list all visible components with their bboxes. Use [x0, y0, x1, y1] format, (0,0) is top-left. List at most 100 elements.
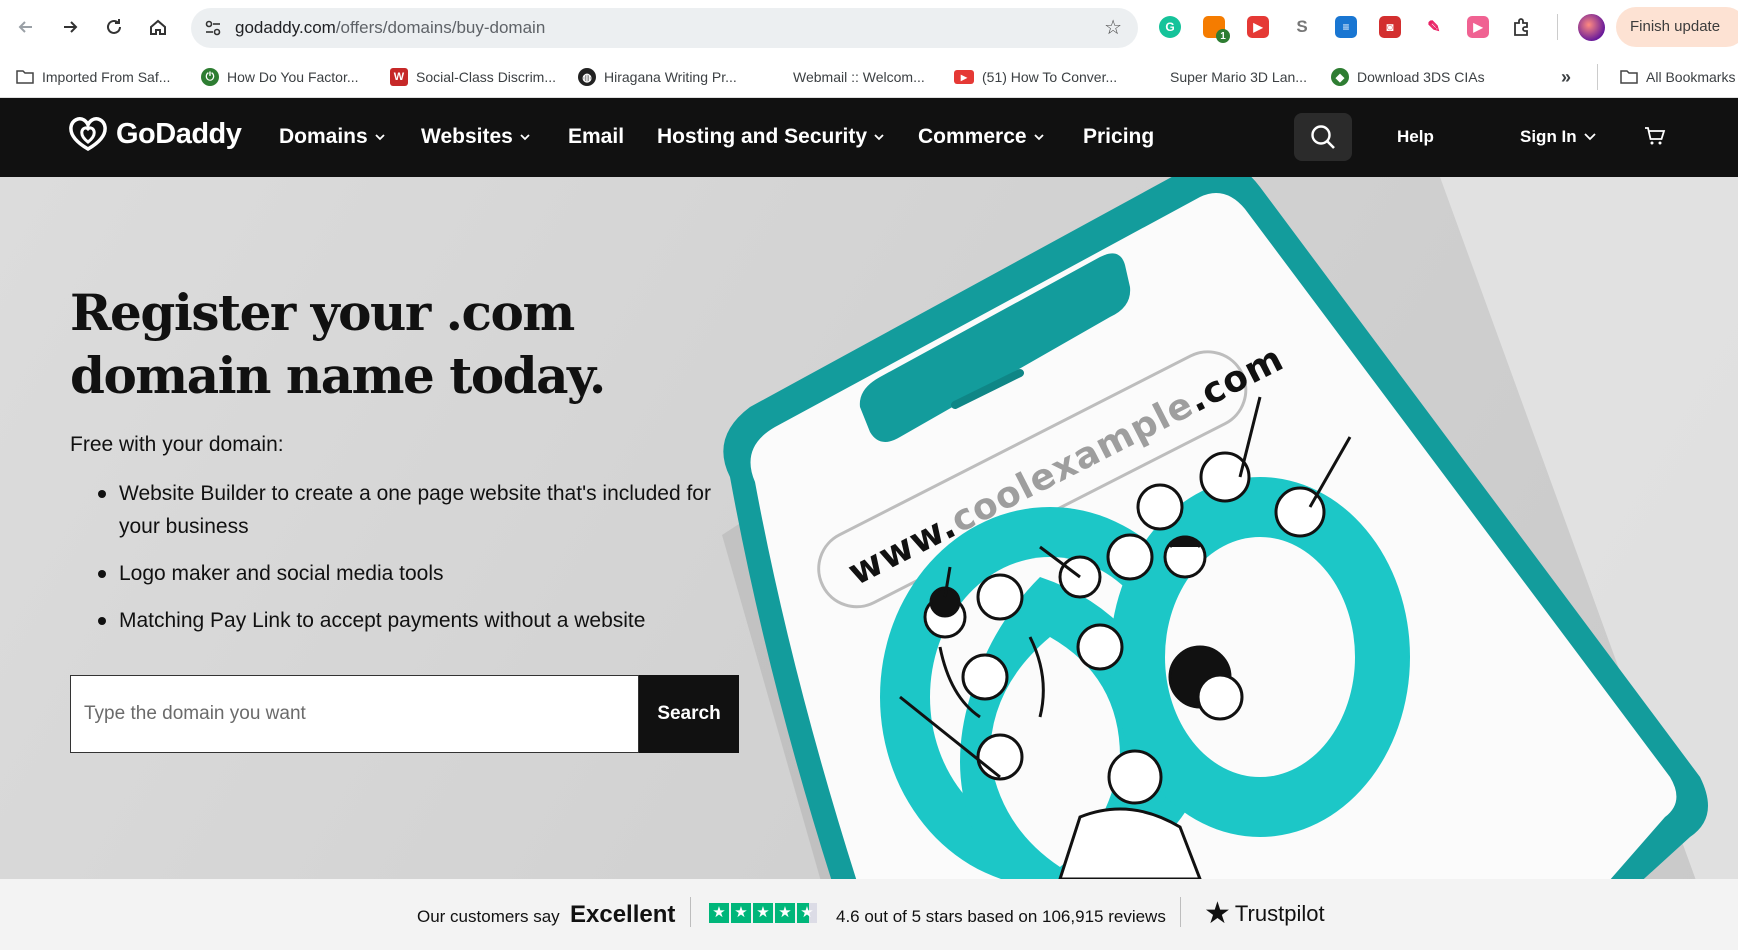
youtube-icon: ▶ — [954, 70, 974, 84]
brand-name: GoDaddy — [116, 117, 242, 150]
cart-icon — [1645, 127, 1666, 145]
rating-summary[interactable]: 4.6 out of 5 stars based on 106,915 revi… — [836, 907, 1166, 927]
godaddy-heart-icon — [69, 117, 107, 152]
godaddy-logo[interactable]: GoDaddy — [68, 116, 242, 152]
profile-avatar[interactable] — [1578, 14, 1605, 41]
nav-label: Commerce — [918, 125, 1027, 148]
forward-icon[interactable] — [56, 13, 84, 41]
trustpilot-star-icon: ★ — [1204, 897, 1231, 930]
bookmark-item[interactable]: ◍ Hiragana Writing Pr... — [578, 64, 737, 90]
s-extension-icon[interactable]: S — [1291, 16, 1313, 38]
bookmark-label: Webmail :: Welcom... — [793, 69, 925, 85]
cart-button[interactable] — [1644, 126, 1666, 151]
trustpilot-bar: Our customers say Excellent ★ ★ ★ ★ ★ 4.… — [0, 879, 1738, 950]
bookmark-label: All Bookmarks — [1646, 69, 1736, 85]
bookmark-item[interactable]: ◆ Download 3DS CIAs — [1331, 64, 1485, 90]
all-bookmarks-button[interactable]: All Bookmarks — [1620, 64, 1735, 90]
chevron-down-icon — [1033, 134, 1044, 141]
bookmark-star-icon[interactable]: ☆ — [1104, 17, 1122, 39]
extensions-puzzle-icon[interactable] — [1511, 16, 1533, 38]
hero-title-line: Register your .com — [70, 283, 575, 342]
bookmark-item[interactable]: W Social-Class Discrim... — [390, 64, 556, 90]
chevron-down-icon — [1584, 133, 1596, 141]
home-icon[interactable] — [144, 13, 172, 41]
hero-subtitle: Free with your domain: — [70, 433, 284, 456]
globe-icon: ◍ — [578, 68, 596, 86]
star-icon: ★ — [775, 903, 795, 923]
w-logo-icon: W — [390, 68, 408, 86]
site-header: GoDaddy Domains Websites Email Hosting a… — [0, 98, 1738, 177]
sign-in-button[interactable]: Sign In — [1520, 127, 1597, 147]
help-link[interactable]: Help — [1397, 127, 1434, 147]
trustpilot-stars[interactable]: ★ ★ ★ ★ ★ — [709, 903, 819, 923]
trust-divider — [690, 897, 691, 927]
blue-extension-icon[interactable]: ≡ — [1335, 16, 1357, 38]
hero-title: Register your .com domain name today. — [70, 281, 720, 407]
bookmark-label: Super Mario 3D Lan... — [1170, 69, 1307, 85]
domain-search-button[interactable]: Search — [639, 675, 739, 753]
pink-extension-icon[interactable]: ▶ — [1467, 16, 1489, 38]
url-text: godaddy.com/offers/domains/buy-domain — [235, 18, 546, 37]
bookmark-label: Social-Class Discrim... — [416, 69, 557, 85]
sign-in-label: Sign In — [1520, 127, 1577, 146]
address-bar[interactable]: godaddy.com/offers/domains/buy-domain ☆ — [191, 8, 1138, 48]
star-half-icon: ★ — [797, 903, 817, 923]
folder-icon — [16, 68, 34, 86]
nav-pricing[interactable]: Pricing — [1083, 125, 1154, 149]
reload-icon[interactable] — [100, 13, 128, 41]
power-icon: ⏻ — [201, 68, 219, 86]
search-icon — [1311, 125, 1335, 149]
list-item: Logo maker and social media tools — [96, 557, 736, 590]
bookmark-label: (51) How To Conver... — [982, 69, 1118, 85]
color-picker-icon[interactable]: ✎ — [1423, 16, 1445, 38]
bookmark-item[interactable]: ▶ (51) How To Conver... — [954, 64, 1117, 90]
nav-email[interactable]: Email — [568, 125, 624, 149]
phone-illustration: www.coolexample.com — [722, 177, 1708, 879]
trustpilot-wordmark: Trustpilot — [1234, 901, 1325, 926]
star-icon: ★ — [709, 903, 729, 923]
list-item: Matching Pay Link to accept payments wit… — [96, 604, 736, 637]
bookmark-item[interactable]: Webmail :: Welcom... — [793, 64, 925, 90]
bookmark-item[interactable]: Imported From Saf... — [16, 64, 170, 90]
finish-update-button[interactable]: Finish update — [1616, 7, 1738, 47]
back-icon[interactable] — [12, 13, 40, 41]
trustpilot-logo[interactable]: ★ Trustpilot — [1204, 899, 1325, 929]
chevron-down-icon — [375, 134, 385, 141]
grammarly-icon[interactable]: G — [1159, 16, 1181, 38]
feature-list: Website Builder to create a one page web… — [96, 477, 736, 651]
nav-websites[interactable]: Websites — [421, 125, 531, 149]
chevron-down-icon — [874, 134, 884, 141]
chevron-down-icon — [520, 134, 530, 141]
nav-hosting-security[interactable]: Hosting and Security — [657, 125, 885, 149]
bookmark-label: Download 3DS CIAs — [1357, 69, 1485, 85]
hero-section: www.coolexample.com Register your .com d… — [0, 177, 1738, 879]
extension-orange-icon[interactable]: 1 — [1203, 16, 1230, 43]
nav-domains[interactable]: Domains — [279, 125, 386, 149]
3ds-icon: ◆ — [1331, 68, 1349, 86]
nav-label: Domains — [279, 125, 368, 148]
bookmarks-divider — [1597, 64, 1598, 90]
customers-say-label: Our customers say — [417, 907, 560, 926]
nav-label: Email — [568, 125, 625, 148]
rating-verdict: Excellent — [570, 901, 676, 928]
domain-search-input[interactable] — [71, 676, 638, 752]
bookmark-label: Imported From Saf... — [42, 69, 171, 85]
star-icon: ★ — [731, 903, 751, 923]
nav-label: Pricing — [1083, 125, 1155, 148]
site-settings-icon[interactable] — [203, 18, 223, 38]
youtube-extension-icon[interactable]: ▶ — [1247, 16, 1269, 38]
more-bookmarks-button[interactable]: » — [1561, 64, 1571, 90]
browser-toolbar: godaddy.com/offers/domains/buy-domain ☆ … — [0, 0, 1738, 56]
domain-search-box — [70, 675, 639, 753]
bookmark-item[interactable]: Super Mario 3D Lan... — [1170, 64, 1307, 90]
bookmark-label: Hiragana Writing Pr... — [604, 69, 737, 85]
nav-label: Websites — [421, 125, 513, 148]
trust-divider — [1180, 897, 1181, 927]
hero-title-line: domain name today. — [70, 346, 606, 405]
nav-commerce[interactable]: Commerce — [918, 125, 1045, 149]
site-search-button[interactable] — [1294, 113, 1352, 161]
red-extension-icon[interactable]: ◙ — [1379, 16, 1401, 38]
bookmark-item[interactable]: ⏻ How Do You Factor... — [201, 64, 359, 90]
list-item: Website Builder to create a one page web… — [96, 477, 736, 543]
nav-label: Hosting and Security — [657, 125, 868, 148]
